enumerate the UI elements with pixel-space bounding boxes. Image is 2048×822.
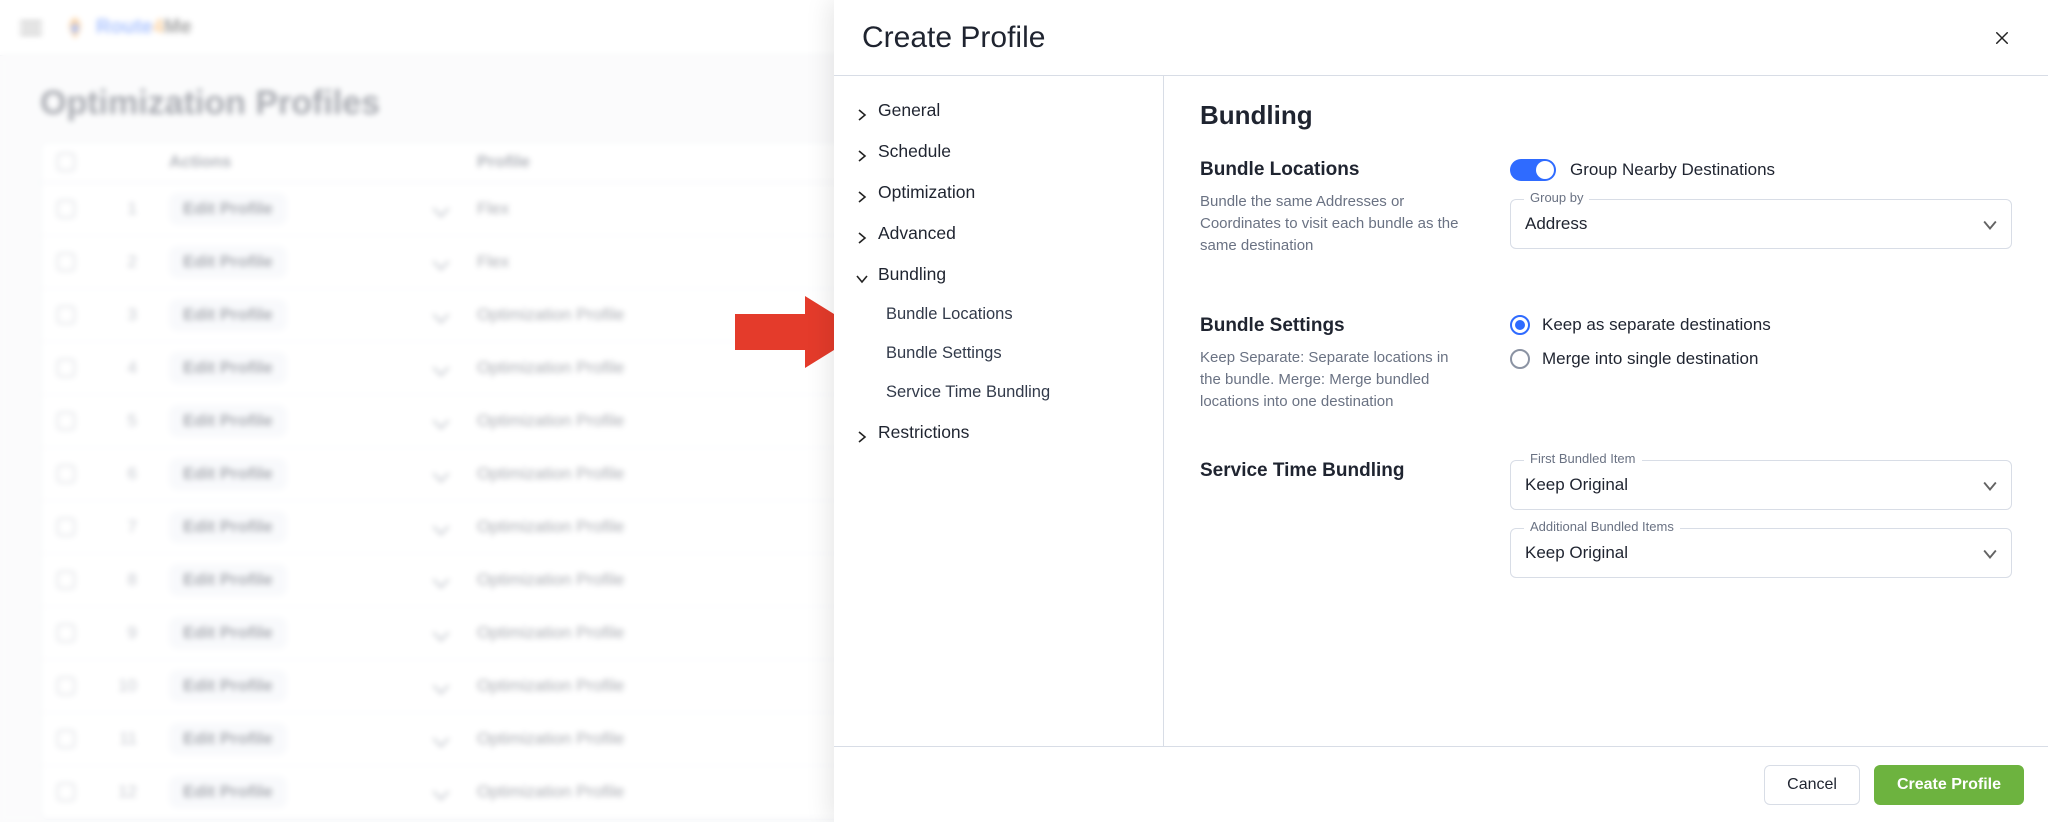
section-description: Bundle the same Addresses or Coordinates… [1200, 191, 1470, 256]
nav-label: Bundle Locations [886, 305, 1013, 324]
field-label: Group by [1524, 190, 1589, 205]
nav-label: Restrictions [878, 422, 969, 443]
toggle-label: Group Nearby Destinations [1570, 160, 1775, 180]
additional-bundled-items-select[interactable]: Additional Bundled Items Keep Original [1510, 528, 2012, 578]
radio-off-icon [1510, 349, 1530, 369]
nav-label: General [878, 100, 940, 121]
chevron-down-icon [1983, 217, 1997, 231]
nav-label: Service Time Bundling [886, 383, 1050, 402]
section-title: Bundle Settings [1200, 315, 1500, 337]
chevron-right-icon [856, 146, 868, 158]
field-label: First Bundled Item [1524, 451, 1642, 466]
nav-schedule[interactable]: Schedule [842, 131, 1155, 172]
app-viewport: Route4Me Optimization Profiles Actions P… [0, 0, 2048, 822]
nav-bundle-settings[interactable]: Bundle Settings [842, 334, 1155, 373]
select-value: Address [1525, 214, 1587, 234]
nav-bundling[interactable]: Bundling [842, 254, 1155, 295]
modal-content: Bundling Bundle Locations Bundle the sam… [1164, 76, 2048, 746]
button-label: Create Profile [1897, 776, 2001, 794]
chevron-right-icon [856, 228, 868, 240]
create-profile-modal: Create Profile General Schedule Optimiza… [834, 0, 2048, 822]
panel-title: Bundling [1200, 100, 2012, 131]
bundle-settings-section: Bundle Settings Keep Separate: Separate … [1200, 315, 2012, 412]
radio-keep-separate[interactable]: Keep as separate destinations [1510, 315, 2012, 335]
radio-label: Keep as separate destinations [1542, 315, 1771, 335]
radio-label: Merge into single destination [1542, 349, 1758, 369]
modal-body: General Schedule Optimization Advanced B… [834, 76, 2048, 746]
nav-label: Schedule [878, 141, 951, 162]
nav-service-time-bundling[interactable]: Service Time Bundling [842, 373, 1155, 412]
service-time-section: Service Time Bundling First Bundled Item… [1200, 460, 2012, 596]
section-title: Bundle Locations [1200, 159, 1500, 181]
modal-title: Create Profile [862, 21, 1045, 55]
nav-restrictions[interactable]: Restrictions [842, 412, 1155, 453]
nav-label: Bundle Settings [886, 344, 1002, 363]
create-profile-button[interactable]: Create Profile [1874, 765, 2024, 805]
chevron-down-icon [856, 269, 868, 281]
button-label: Cancel [1787, 776, 1837, 794]
radio-merge-single[interactable]: Merge into single destination [1510, 349, 2012, 369]
select-value: Keep Original [1525, 543, 1628, 563]
nav-advanced[interactable]: Advanced [842, 213, 1155, 254]
cancel-button[interactable]: Cancel [1764, 765, 1860, 805]
close-icon[interactable] [1984, 20, 2020, 56]
chevron-right-icon [856, 427, 868, 439]
chevron-right-icon [856, 105, 868, 117]
field-label: Additional Bundled Items [1524, 519, 1680, 534]
modal-header: Create Profile [834, 0, 2048, 76]
section-title: Service Time Bundling [1200, 460, 1500, 482]
nav-optimization[interactable]: Optimization [842, 172, 1155, 213]
radio-on-icon [1510, 315, 1530, 335]
nav-label: Bundling [878, 264, 946, 285]
group-by-select[interactable]: Group by Address [1510, 199, 2012, 249]
nav-general[interactable]: General [842, 90, 1155, 131]
bundle-locations-section: Bundle Locations Bundle the same Address… [1200, 159, 2012, 267]
chevron-right-icon [856, 187, 868, 199]
section-description: Keep Separate: Separate locations in the… [1200, 347, 1470, 412]
modal-sidebar: General Schedule Optimization Advanced B… [834, 76, 1164, 746]
group-nearby-toggle[interactable] [1510, 159, 1556, 181]
modal-footer: Cancel Create Profile [834, 746, 2048, 822]
nav-label: Optimization [878, 182, 975, 203]
select-value: Keep Original [1525, 475, 1628, 495]
first-bundled-item-select[interactable]: First Bundled Item Keep Original [1510, 460, 2012, 510]
chevron-down-icon [1983, 546, 1997, 560]
nav-bundle-locations[interactable]: Bundle Locations [842, 295, 1155, 334]
chevron-down-icon [1983, 478, 1997, 492]
nav-label: Advanced [878, 223, 956, 244]
